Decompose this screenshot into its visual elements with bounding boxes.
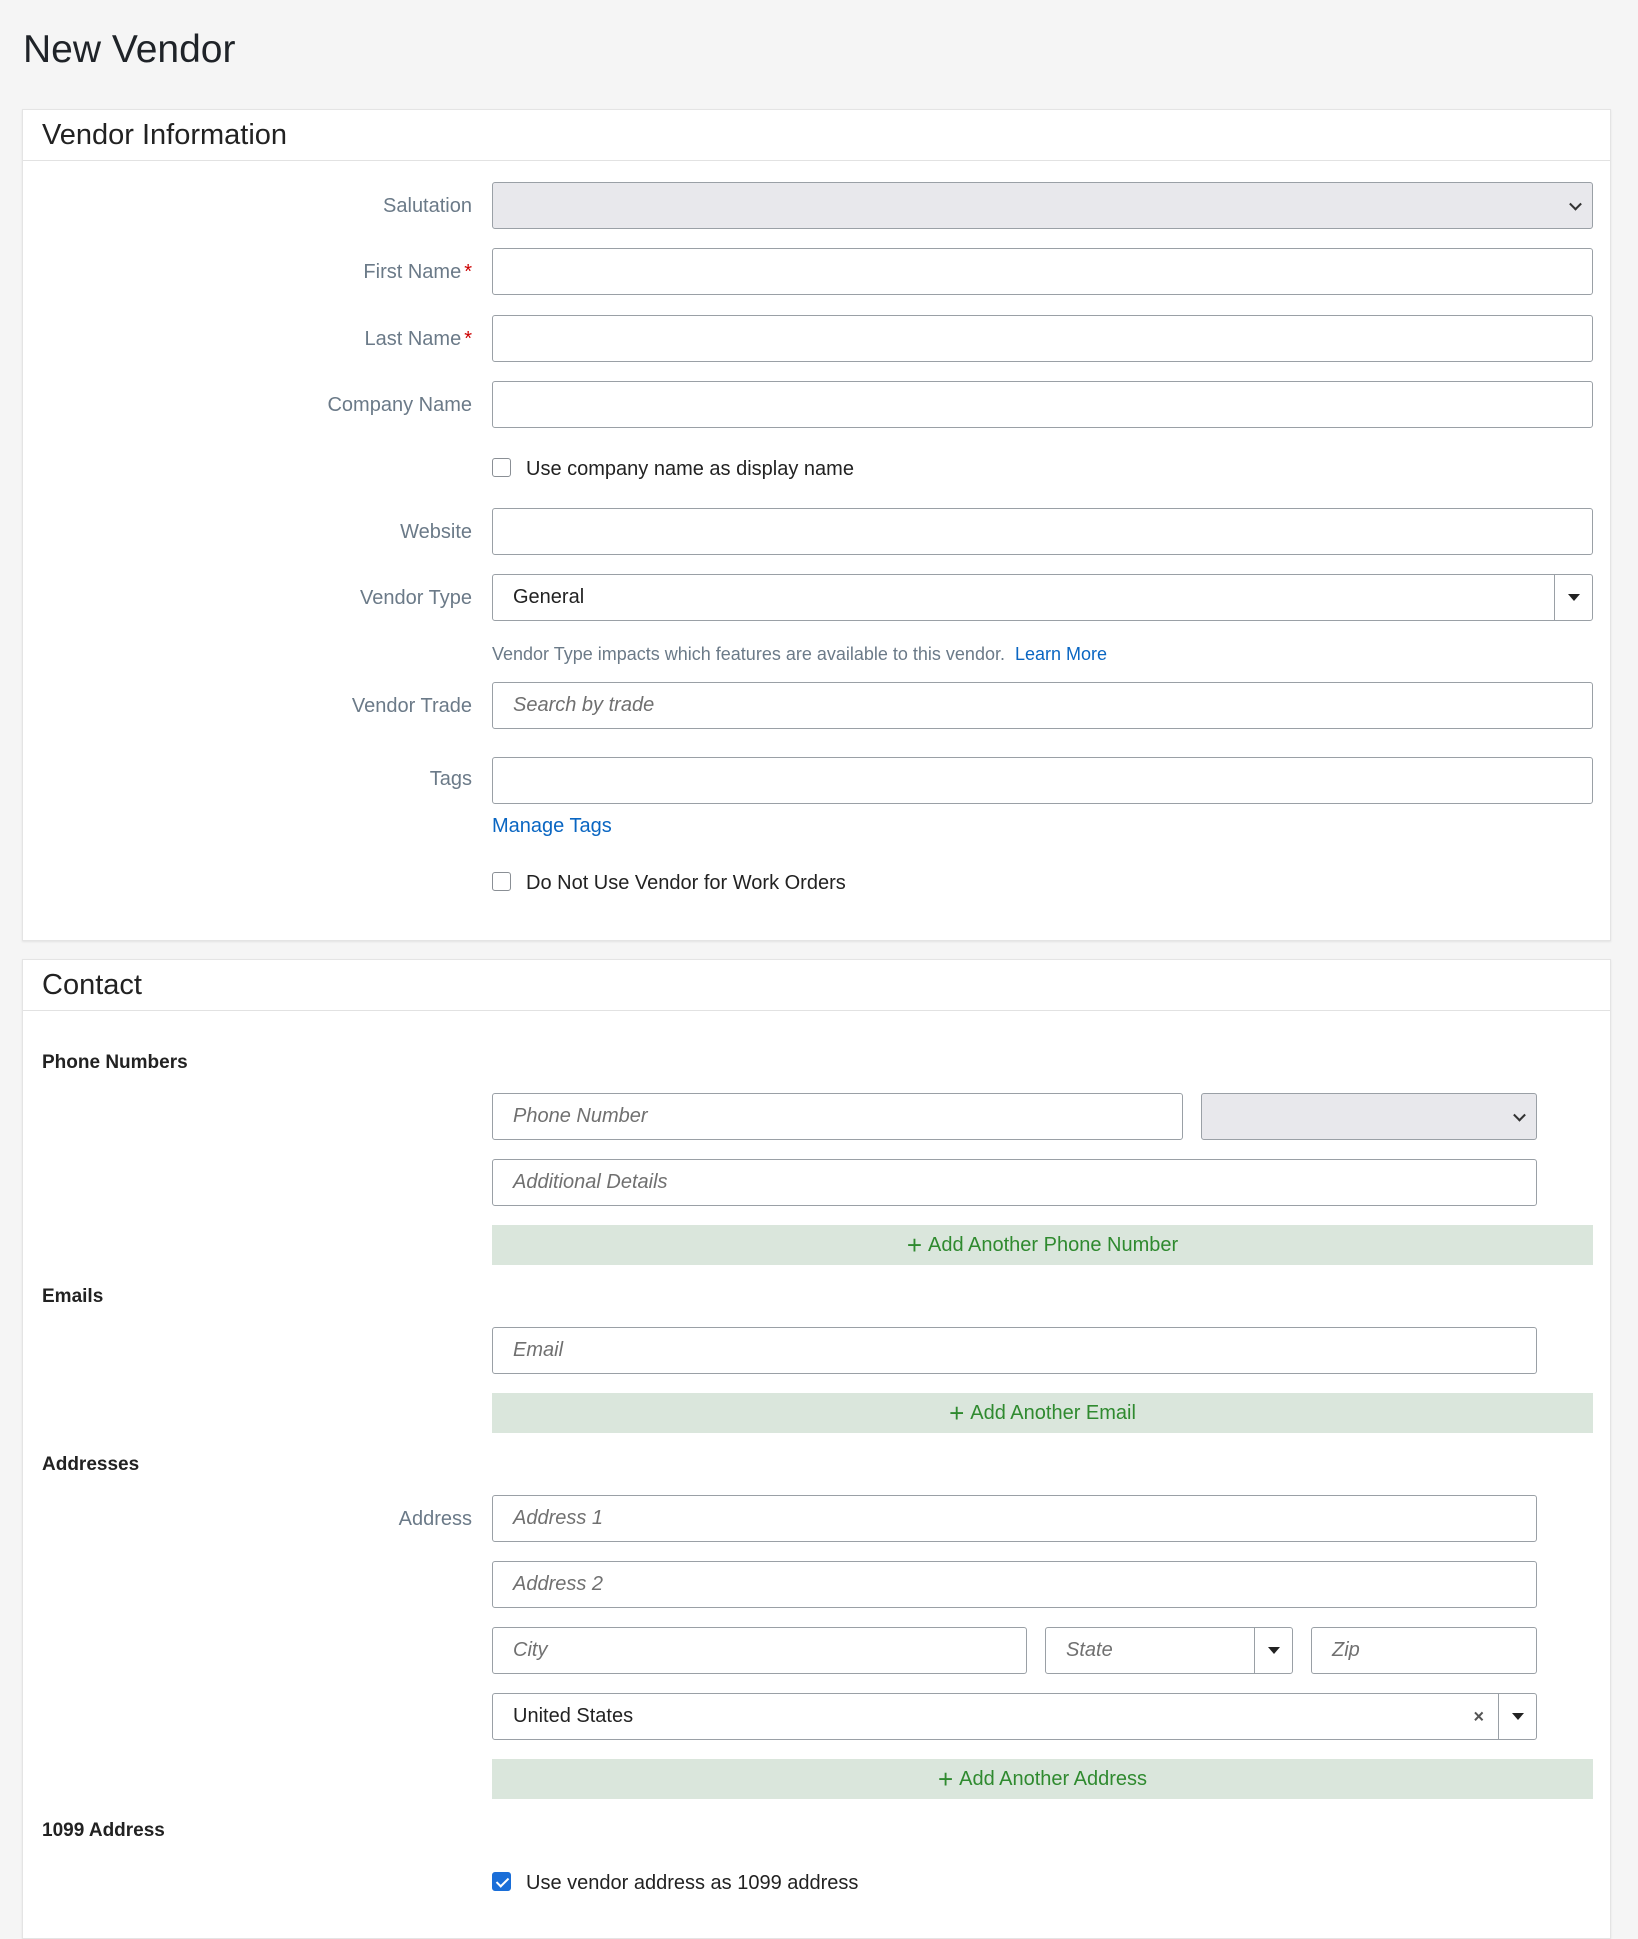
phone-numbers-title: Phone Numbers [42,1052,188,1073]
vendor-type-help: Vendor Type impacts which features are a… [492,644,1108,664]
required-marker: * [464,328,472,350]
vendor-type-label: Vendor Type [360,587,472,609]
add-another-address-button[interactable]: + Add Another Address [492,1759,1593,1799]
use-company-name-checkbox[interactable] [492,458,511,477]
additional-details-placeholder: Additional Details [513,1171,668,1193]
use-vendor-address-1099-label: Use vendor address as 1099 address [526,1872,859,1894]
use-vendor-address-1099-checkbox[interactable] [492,1872,511,1891]
salutation-label: Salutation [383,195,472,217]
phone-type-select[interactable] [1201,1093,1537,1140]
website-label: Website [400,521,472,543]
zip-placeholder: Zip [1332,1639,1360,1661]
zip-input[interactable]: Zip [1311,1627,1537,1674]
city-placeholder: City [513,1639,548,1661]
last-name-label: Last Name * [364,328,472,350]
clear-icon[interactable]: × [1473,1706,1484,1727]
plus-icon: + [906,1230,922,1260]
additional-details-input[interactable]: Additional Details [492,1159,1537,1206]
do-not-use-vendor-label: Do Not Use Vendor for Work Orders [526,872,846,894]
emails-title: Emails [42,1286,104,1307]
company-name-label: Company Name [327,394,472,416]
caret-down-icon [1567,594,1580,601]
contact-card: Contact Phone Numbers Phone Number Addit… [22,959,1611,1939]
address-1099-title: 1099 Address [42,1820,165,1841]
vendor-type-select[interactable]: General [492,574,1593,621]
caret-down-icon [1511,1713,1524,1720]
country-dropdown-toggle[interactable] [1498,1694,1536,1739]
country-value: United States [513,1705,634,1727]
state-placeholder: State [1066,1639,1113,1661]
address1-input[interactable]: Address 1 [492,1495,1537,1542]
first-name-input[interactable] [492,248,1593,295]
add-another-email-label: Add Another Email [970,1401,1136,1424]
website-input[interactable] [492,508,1593,555]
address2-input[interactable]: Address 2 [492,1561,1537,1608]
chevron-down-icon [1569,197,1582,211]
address1-placeholder: Address 1 [513,1507,604,1529]
chevron-down-icon [1513,1108,1526,1122]
learn-more-link[interactable]: Learn More [1015,644,1107,664]
plus-icon: + [937,1764,954,1794]
address2-placeholder: Address 2 [513,1573,604,1595]
contact-header: Contact [23,960,1610,1011]
state-select[interactable]: State [1045,1627,1293,1674]
use-company-name-label: Use company name as display name [526,458,854,480]
add-another-address-label: Add Another Address [959,1767,1148,1790]
add-another-phone-button[interactable]: + Add Another Phone Number [492,1225,1593,1265]
city-input[interactable]: City [492,1627,1027,1674]
tags-label: Tags [429,768,472,790]
company-name-input[interactable] [492,381,1593,428]
salutation-select[interactable] [492,182,1593,229]
required-marker: * [464,261,472,283]
vendor-trade-label: Vendor Trade [351,695,472,717]
phone-number-input[interactable]: Phone Number [492,1093,1183,1140]
add-another-email-button[interactable]: + Add Another Email [492,1393,1593,1433]
state-dropdown-toggle[interactable] [1254,1628,1292,1673]
first-name-label: First Name * [363,261,472,283]
manage-tags-link[interactable]: Manage Tags [492,815,612,838]
vendor-trade-placeholder: Search by trade [513,694,655,716]
add-another-phone-label: Add Another Phone Number [928,1233,1179,1256]
phone-number-placeholder: Phone Number [513,1105,648,1127]
plus-icon: + [949,1398,965,1428]
country-select[interactable]: United States × [492,1693,1537,1740]
email-input[interactable]: Email [492,1327,1537,1374]
page-title: New Vendor [23,28,236,71]
caret-down-icon [1267,1647,1280,1654]
do-not-use-vendor-checkbox[interactable] [492,872,511,891]
vendor-type-dropdown-toggle[interactable] [1554,575,1592,620]
vendor-information-card: Vendor Information Salutation First Name… [22,109,1611,941]
vendor-information-header: Vendor Information [23,110,1610,161]
addresses-title: Addresses [42,1454,140,1475]
last-name-input[interactable] [492,315,1593,362]
vendor-trade-input[interactable]: Search by trade [492,682,1593,729]
tags-input[interactable] [492,757,1593,804]
vendor-type-value: General [513,586,585,608]
email-placeholder: Email [513,1339,564,1361]
address-label: Address [398,1508,472,1530]
